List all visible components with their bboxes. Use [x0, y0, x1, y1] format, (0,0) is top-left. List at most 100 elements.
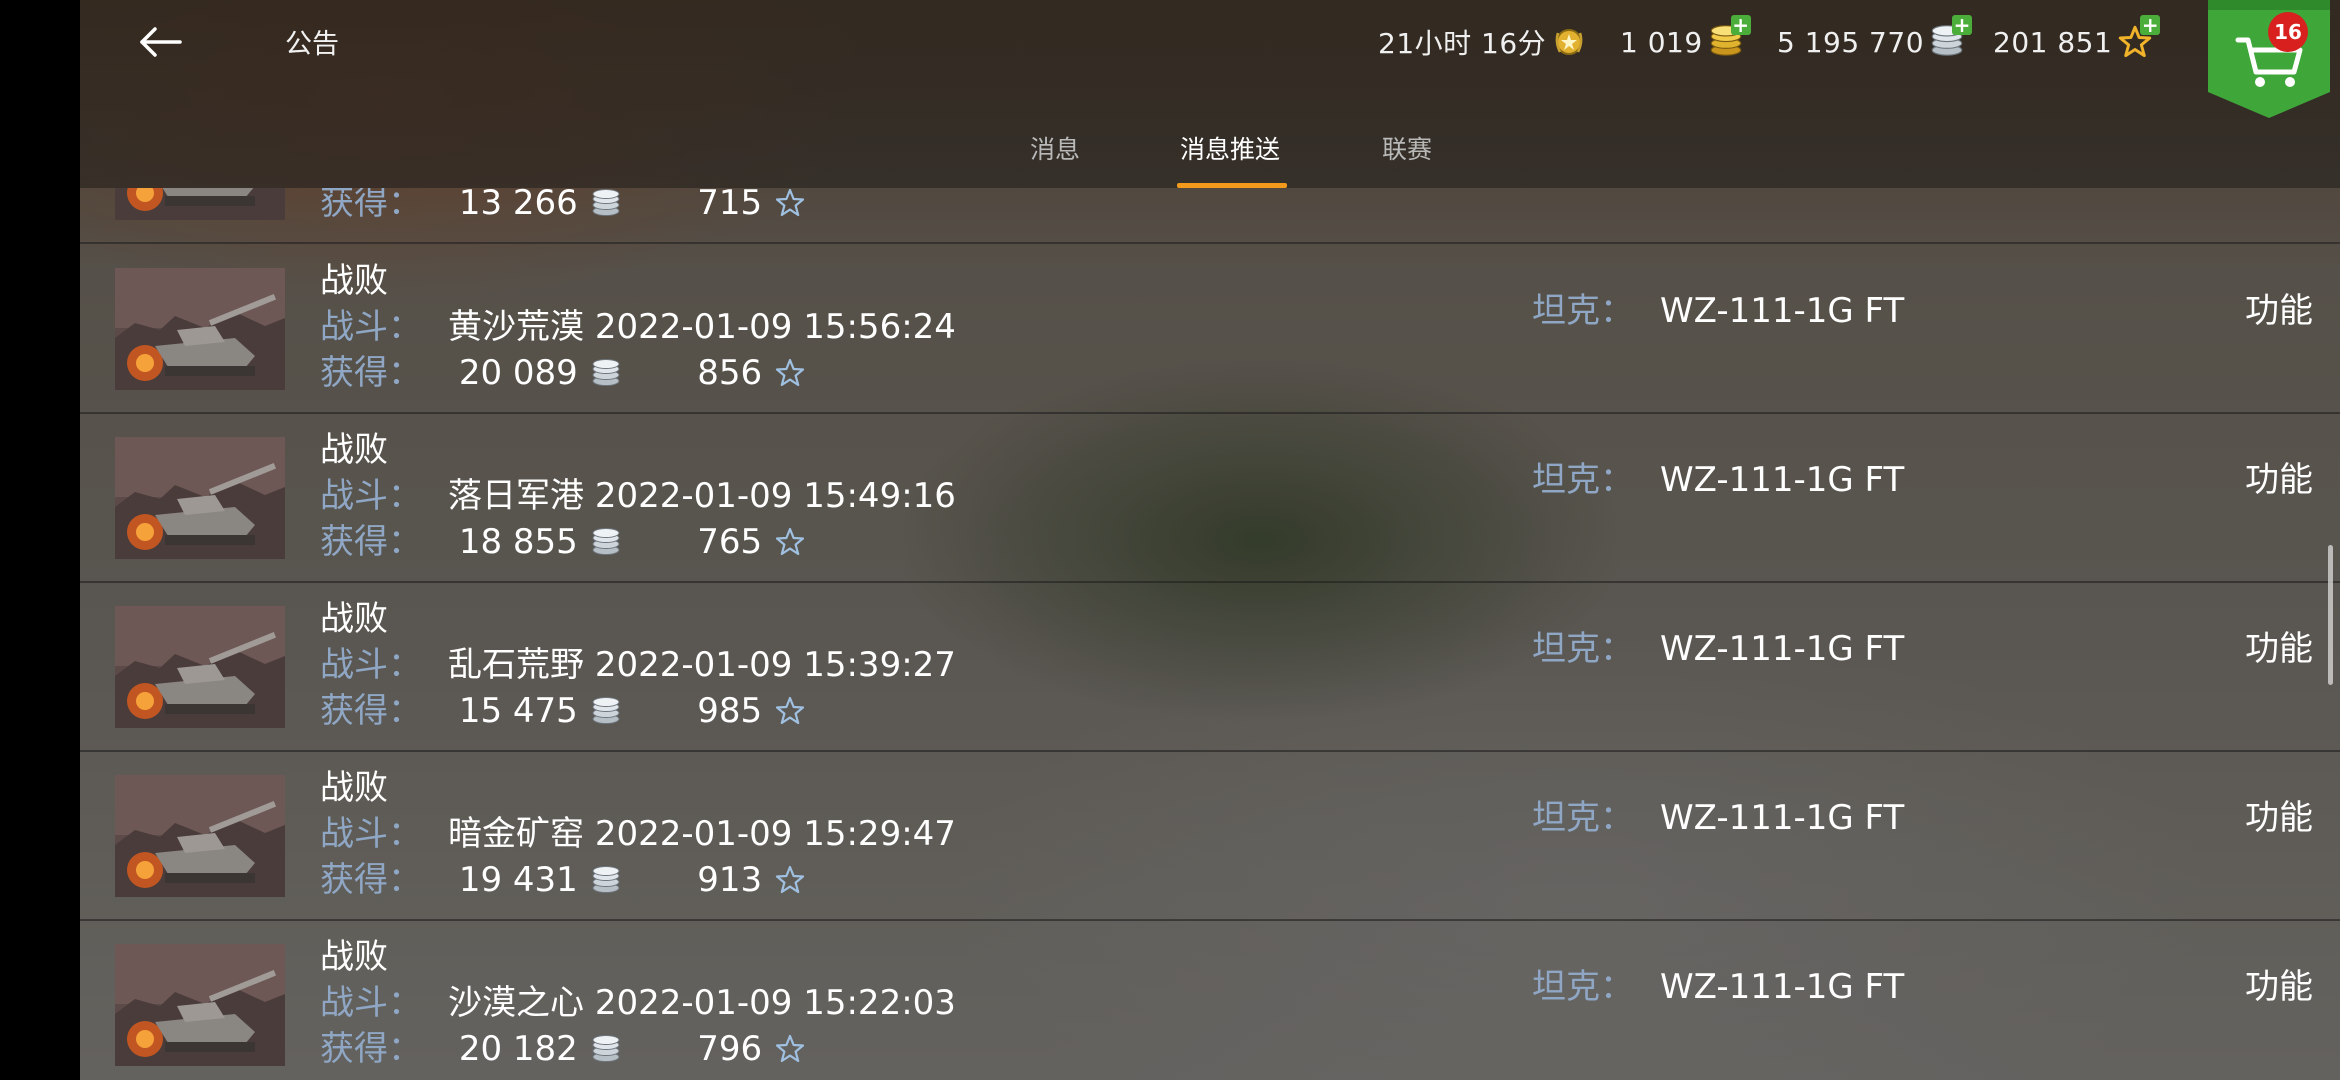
earned-label: 获得：: [320, 691, 422, 731]
arrow-left-icon: [140, 27, 182, 57]
battle-label: 战斗：: [320, 307, 422, 347]
credits-amount: 15 475: [458, 691, 578, 731]
earned-line: 获得： 20 089 856: [320, 350, 956, 396]
battle-label: 战斗：: [320, 983, 422, 1023]
gold-value: 1 019: [1620, 25, 1703, 59]
tab-push-messages[interactable]: 消息推送: [1180, 130, 1280, 184]
screen: 公告 21小时 16分 1 019 + 5 195 770 + 201 851 …: [0, 0, 2340, 1080]
tank-label: 坦克：: [1532, 798, 1634, 838]
gold-coin-icon: +: [1709, 15, 1751, 59]
header-bar: 公告 21小时 16分 1 019 + 5 195 770 + 201 851 …: [80, 0, 2340, 188]
xp-amount: 856: [697, 353, 763, 393]
free-xp-value: 201 851: [1993, 25, 2113, 59]
tank-thumbnail: [115, 775, 285, 897]
credits-amount: 19 431: [458, 860, 578, 900]
battle-line: 战斗： 乱石荒野 2022-01-09 15:39:27: [320, 642, 956, 688]
silver-coin-icon: +: [1930, 15, 1973, 59]
back-button[interactable]: [126, 16, 196, 68]
function-button[interactable]: 功能: [2245, 795, 2313, 841]
battle-line: 战斗： 落日军港 2022-01-09 15:49:16: [320, 473, 956, 519]
function-button[interactable]: 功能: [2245, 964, 2313, 1010]
tank-thumbnail: [115, 944, 285, 1066]
earned-line: 获得： 15 475 985: [320, 688, 956, 734]
free-xp-balance[interactable]: 201 851 +: [1993, 15, 2161, 64]
tank-info: 坦克： WZ-111-1G FT: [1532, 795, 1904, 841]
silver-coin-icon: [591, 1035, 621, 1063]
credits-balance[interactable]: 5 195 770 +: [1777, 15, 1973, 64]
list-item[interactable]: 获得： 13 266 715: [80, 188, 2340, 244]
row-details: 战败 战斗： 乱石荒野 2022-01-09 15:39:27 获得： 15 47…: [320, 596, 956, 734]
list-item[interactable]: 战败 战斗： 暗金矿窑 2022-01-09 15:29:47 获得： 19 43…: [80, 751, 2340, 921]
tank-label: 坦克：: [1532, 967, 1634, 1007]
function-button[interactable]: 功能: [2245, 457, 2313, 503]
tank-info: 坦克： WZ-111-1G FT: [1532, 626, 1904, 672]
list-item[interactable]: 战败 战斗： 黄沙荒漠 2022-01-09 15:56:24 获得： 20 08…: [80, 244, 2340, 414]
tank-thumbnail: [115, 437, 285, 559]
xp-amount: 913: [697, 860, 763, 900]
earned-line: 获得： 19 431 913: [320, 857, 956, 903]
premium-timer[interactable]: 21小时 16分: [1378, 20, 1586, 64]
battle-report-list[interactable]: 获得： 13 266 715 战败 战斗： 黄沙荒漠 2022-01-09 15…: [80, 188, 2340, 1080]
premium-medal-icon: [1555, 29, 1583, 55]
tank-label: 坦克：: [1532, 629, 1634, 669]
xp-amount: 765: [697, 522, 763, 562]
xp-amount: 985: [697, 691, 763, 731]
row-details: 战败 战斗： 沙漠之心 2022-01-09 15:22:03 获得： 20 18…: [320, 934, 956, 1072]
battle-label: 战斗：: [320, 814, 422, 854]
tank-thumbnail: [115, 606, 285, 728]
list-item[interactable]: 战败 战斗： 沙漠之心 2022-01-09 15:22:03 获得： 20 18…: [80, 920, 2340, 1080]
tank-thumbnail: [115, 268, 285, 390]
premium-timer-value: 21小时 16分: [1378, 27, 1547, 60]
tab-league[interactable]: 联赛: [1382, 130, 1432, 184]
earned-label: 获得：: [320, 1029, 422, 1069]
tank-label: 坦克：: [1532, 291, 1634, 331]
battle-label: 战斗：: [320, 645, 422, 685]
list-scrollbar[interactable]: [2328, 545, 2333, 685]
battle-line: 战斗： 暗金矿窑 2022-01-09 15:29:47: [320, 811, 956, 857]
battle-line: 战斗： 沙漠之心 2022-01-09 15:22:03: [320, 980, 956, 1026]
row-details: 战败 战斗： 暗金矿窑 2022-01-09 15:29:47 获得： 19 43…: [320, 765, 956, 903]
tank-name: WZ-111-1G FT: [1660, 291, 1905, 331]
battle-datetime: 2022-01-09 15:39:27: [594, 645, 956, 685]
list-item[interactable]: 战败 战斗： 落日军港 2022-01-09 15:49:16 获得： 18 85…: [80, 413, 2340, 583]
function-button[interactable]: 功能: [2245, 626, 2313, 672]
earned-line: 获得： 18 855 765: [320, 519, 956, 565]
earned-line: 获得： 13 266 715: [320, 188, 805, 226]
battle-result: 战败: [320, 261, 388, 301]
gold-balance[interactable]: 1 019 +: [1620, 15, 1751, 64]
battle-result: 战败: [320, 599, 388, 639]
left-black-bar: [0, 0, 80, 1080]
battle-datetime: 2022-01-09 15:22:03: [594, 983, 956, 1023]
list-item[interactable]: 战败 战斗： 乱石荒野 2022-01-09 15:39:27 获得： 15 47…: [80, 582, 2340, 752]
tab-messages[interactable]: 消息: [1030, 130, 1080, 184]
earned-label: 获得：: [320, 860, 422, 900]
battle-result: 战败: [320, 768, 388, 808]
map-name: 乱石荒野: [448, 645, 584, 685]
xp-amount: 796: [697, 1029, 763, 1069]
cart-count-badge: 16: [2268, 12, 2308, 52]
function-button[interactable]: 功能: [2245, 288, 2313, 334]
add-free-xp-icon[interactable]: +: [2140, 15, 2161, 35]
star-icon: [775, 358, 805, 388]
add-gold-icon[interactable]: +: [1730, 15, 1751, 35]
add-credits-icon[interactable]: +: [1952, 15, 1973, 35]
silver-coin-icon: [591, 359, 621, 387]
gold-star-icon: +: [2118, 15, 2161, 59]
tank-name: WZ-111-1G FT: [1660, 798, 1905, 838]
shop-cart-button[interactable]: [2208, 0, 2330, 118]
silver-coin-icon: [591, 189, 621, 217]
tank-name: WZ-111-1G FT: [1660, 629, 1905, 669]
map-name: 沙漠之心: [448, 983, 584, 1023]
tank-info: 坦克： WZ-111-1G FT: [1532, 964, 1904, 1010]
battle-datetime: 2022-01-09 15:29:47: [594, 814, 956, 854]
tank-name: WZ-111-1G FT: [1660, 460, 1905, 500]
credits-amount: 13 266: [458, 188, 578, 223]
star-icon: [775, 188, 805, 218]
credits-value: 5 195 770: [1777, 25, 1925, 59]
silver-coin-icon: [591, 528, 621, 556]
earned-label: 获得：: [320, 188, 422, 223]
star-icon: [775, 527, 805, 557]
star-icon: [775, 865, 805, 895]
battle-result: 战败: [320, 430, 388, 470]
map-name: 暗金矿窑: [448, 814, 584, 854]
